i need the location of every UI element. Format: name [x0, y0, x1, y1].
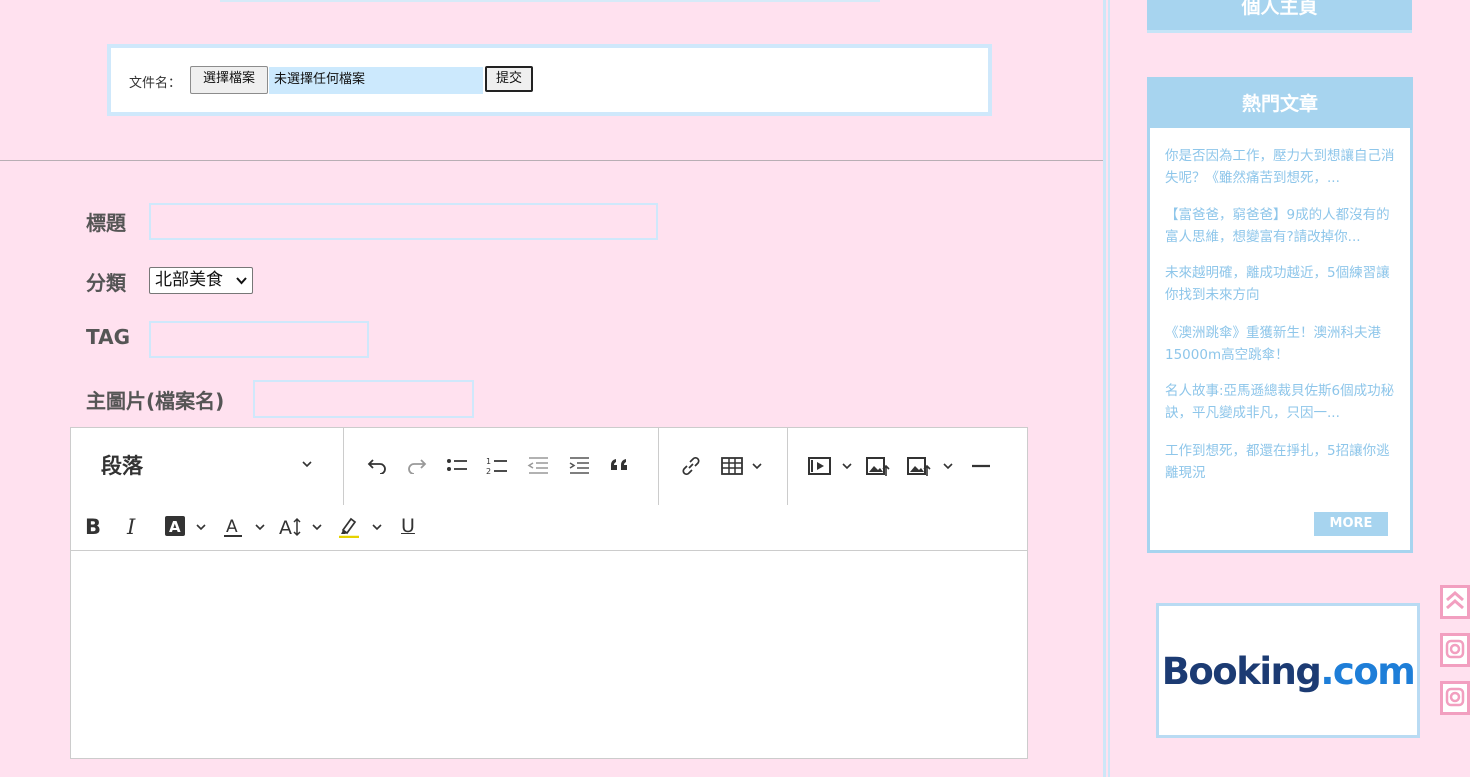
top-divider-remnant [220, 0, 880, 2]
main-image-input[interactable] [253, 380, 474, 418]
scroll-to-top-icon[interactable] [1440, 585, 1470, 619]
more-button[interactable]: MORE [1314, 512, 1388, 536]
rich-text-editor: 段落 12 B I A A A U [70, 427, 1028, 759]
chevron-down-icon [236, 268, 247, 301]
title-label: 標題 [86, 211, 126, 235]
booking-ad-banner[interactable]: Booking.com [1156, 603, 1420, 738]
sidebar-border [1103, 0, 1106, 777]
selected-file-text: 未選擇任何檔案 [269, 67, 483, 94]
font-color-icon[interactable]: A [223, 516, 243, 544]
popular-article-link[interactable]: 名人故事:亞馬遜總裁貝佐斯6個成功秘訣，平凡變成非凡，只因一... [1165, 380, 1395, 424]
chevron-down-icon[interactable] [195, 521, 207, 537]
popular-article-link[interactable]: 《澳洲跳傘》重獲新生！澳洲科夫港15000m高空跳傘！ [1165, 322, 1395, 366]
indent-icon[interactable] [568, 456, 590, 480]
category-selected-value: 北部美食 [155, 270, 223, 290]
popular-article-link[interactable]: 未來越明確，離成功越近，5個練習讓你找到未來方向 [1165, 262, 1395, 306]
blockquote-icon[interactable] [609, 456, 631, 480]
heading-select[interactable]: 段落 [101, 454, 143, 478]
chevron-down-icon[interactable] [751, 460, 763, 476]
svg-text:A: A [279, 517, 292, 538]
upload-submit-button[interactable]: 提交 [485, 66, 533, 92]
instagram-icon[interactable] [1440, 681, 1470, 715]
bold-button[interactable]: B [85, 515, 101, 539]
font-size-icon[interactable]: A [278, 516, 304, 544]
svg-text:A: A [169, 518, 181, 536]
popular-article-link[interactable]: 【富爸爸，窮爸爸】9成的人都沒有的富人思維，想變富有?請改掉你... [1165, 204, 1395, 248]
chevron-down-icon[interactable] [301, 458, 313, 474]
file-upload-panel: 文件名： 選擇檔案 未選擇任何檔案 提交 [107, 44, 992, 116]
sidebar-border [1108, 0, 1110, 777]
booking-logo: Booking.com [1161, 650, 1416, 693]
svg-text:2: 2 [486, 467, 491, 476]
file-name-label: 文件名： [129, 76, 182, 91]
tag-label: TAG [86, 325, 130, 349]
tag-input[interactable] [149, 321, 369, 358]
outdent-icon[interactable] [527, 456, 549, 480]
horizontal-line-icon[interactable] [971, 456, 991, 482]
undo-icon[interactable] [367, 456, 387, 480]
svg-text:1: 1 [486, 457, 491, 466]
personal-page-title[interactable]: 個人主頁 [1147, 0, 1412, 19]
image-upload-icon[interactable] [866, 456, 890, 484]
popular-article-link[interactable]: 工作到想死，都還在掙扎，5招讓你逃離現況 [1165, 440, 1395, 484]
svg-text:A: A [226, 517, 238, 537]
section-divider [0, 160, 1103, 161]
popular-article-link[interactable]: 你是否因為工作，壓力大到想讓自己消失呢？《雖然痛苦到想死，... [1165, 145, 1395, 189]
instagram-icon[interactable] [1440, 633, 1470, 667]
underline-button[interactable]: U [401, 514, 415, 538]
chevron-down-icon[interactable] [841, 460, 853, 476]
main-image-label: 主圖片(檔案名) [86, 389, 225, 413]
personal-page-widget[interactable]: 個人主頁 [1147, 0, 1412, 33]
title-input[interactable] [149, 203, 658, 240]
choose-file-button[interactable]: 選擇檔案 [190, 66, 268, 94]
category-select[interactable]: 北部美食 [149, 267, 253, 294]
media-icon[interactable] [808, 456, 832, 482]
chevron-down-icon[interactable] [254, 521, 266, 537]
category-label: 分類 [86, 271, 126, 295]
highlight-color-icon[interactable]: A [165, 516, 185, 542]
popular-articles-widget: 熱門文章 你是否因為工作，壓力大到想讓自己消失呢？《雖然痛苦到想死，... 【富… [1147, 77, 1413, 553]
link-icon[interactable] [680, 456, 702, 482]
popular-articles-title: 熱門文章 [1150, 80, 1410, 128]
image-insert-icon[interactable] [907, 456, 931, 484]
italic-button[interactable]: I [127, 515, 135, 539]
chevron-down-icon[interactable] [311, 521, 323, 537]
bulleted-list-icon[interactable] [446, 456, 468, 480]
redo-icon[interactable] [407, 456, 427, 480]
marker-icon[interactable] [337, 516, 361, 544]
chevron-down-icon[interactable] [371, 521, 383, 537]
editor-content-area[interactable] [71, 551, 1027, 758]
chevron-down-icon[interactable] [942, 460, 954, 476]
numbered-list-icon[interactable]: 12 [486, 456, 508, 482]
table-icon[interactable] [721, 456, 743, 482]
